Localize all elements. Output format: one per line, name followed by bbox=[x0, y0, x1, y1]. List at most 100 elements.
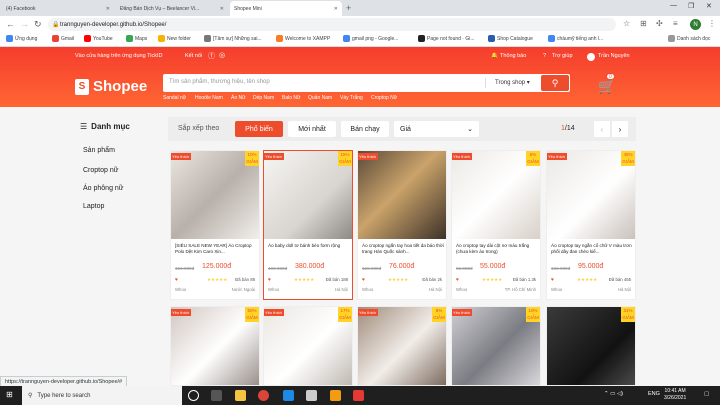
username[interactable]: Trần Nguyên bbox=[598, 53, 630, 59]
bookmark-label: Page not found · Gi... bbox=[427, 35, 475, 42]
bookmark-youtube[interactable]: YouTube bbox=[84, 35, 113, 42]
media-icon[interactable]: ≡ bbox=[673, 19, 678, 28]
product-card[interactable]: Yêu thích Áo croptop ngắn tay hoa tiết d… bbox=[357, 150, 447, 300]
bookmark-chaumy[interactable]: chàumỹ tiếng anh l... bbox=[548, 35, 603, 42]
cortana-icon[interactable] bbox=[188, 390, 199, 401]
taskbar-search[interactable]: ⚲ Type here to search bbox=[22, 386, 182, 405]
hint-link[interactable]: Hoodie Nam bbox=[195, 95, 223, 101]
product-card[interactable]: Yêu thích 10% GIẢM bbox=[451, 306, 541, 386]
search-input[interactable]: Tìm sản phẩm, thương hiệu, tên shop bbox=[169, 79, 270, 85]
product-card[interactable]: Yêu thích 50% GIẢM bbox=[170, 306, 260, 386]
chrome-icon[interactable] bbox=[258, 390, 269, 401]
back-icon[interactable]: ← bbox=[6, 19, 15, 29]
heart-icon[interactable]: ♥ bbox=[175, 277, 178, 283]
notifications-link[interactable]: Thông báo bbox=[500, 53, 526, 59]
product-card[interactable]: Yêu thích 17% GIẢM bbox=[263, 306, 353, 386]
extension-icon[interactable]: ⊞ bbox=[640, 19, 647, 28]
category-item[interactable]: Sản phẩm bbox=[83, 147, 115, 154]
menu-icon[interactable]: ⋮ bbox=[708, 19, 716, 28]
search-scope-select[interactable]: Trong shop ▾ bbox=[495, 79, 530, 86]
cart-icon[interactable]: 🛒 bbox=[598, 78, 615, 95]
bookmark-google[interactable]: gmail png - Google... bbox=[343, 35, 398, 42]
bookmark-shop-catalogue[interactable]: Shop Catalogue bbox=[488, 35, 533, 42]
profile-avatar[interactable]: N bbox=[690, 19, 701, 30]
tab-beelancer[interactable]: Đăng Bán Dịch Vụ – Beelancer Vi... ✕ bbox=[116, 1, 228, 16]
bookmark-tam-su[interactable]: [Tâm sự] Những sai... bbox=[204, 35, 262, 42]
sort-bestselling-button[interactable]: Bán chạy bbox=[341, 121, 389, 137]
taskbar-search-input[interactable]: Type here to search bbox=[37, 393, 90, 399]
hint-link[interactable]: Áo Nữ bbox=[231, 95, 245, 101]
star-icon[interactable]: ☆ bbox=[623, 19, 630, 28]
product-card[interactable]: Yêu thích 15% GIẢM Áo baby doll tơ bánh … bbox=[263, 150, 353, 300]
language-indicator[interactable]: ENG bbox=[648, 391, 660, 397]
shopee-logo[interactable]: S Shopee bbox=[75, 78, 147, 95]
user-avatar[interactable] bbox=[587, 53, 595, 61]
hint-link[interactable]: Dép Nam bbox=[253, 95, 274, 101]
old-price: 182.000đ bbox=[551, 266, 571, 271]
price-sort-select[interactable]: Giá ⌄ bbox=[394, 121, 479, 137]
product-card[interactable]: Yêu thích 10% GIẢM [SIÊU SALE NEW YEAR] … bbox=[170, 150, 260, 300]
facebook-icon[interactable]: ⓕ bbox=[208, 51, 215, 61]
reload-icon[interactable]: ↻ bbox=[34, 19, 42, 30]
hint-link[interactable]: Croptop Nữ bbox=[371, 95, 397, 101]
divider bbox=[485, 78, 486, 88]
product-card[interactable]: Yêu thích 5% GIẢM Áo croptop tay dài cột… bbox=[451, 150, 541, 300]
puzzle-icon[interactable]: ✣ bbox=[656, 19, 663, 28]
maps-icon bbox=[126, 35, 133, 42]
minimize-icon[interactable]: — bbox=[670, 2, 677, 9]
prev-page-button[interactable]: ‹ bbox=[594, 121, 610, 137]
hint-link[interactable]: Balo Nữ bbox=[282, 95, 300, 101]
product-card[interactable]: Yêu thích 45% GIẢM Áo croptop tay ngắn c… bbox=[546, 150, 636, 300]
tab-shopee-mini[interactable]: Shopee Mini ✕ bbox=[230, 1, 342, 16]
bookmark-new-folder[interactable]: New folder bbox=[158, 35, 191, 42]
bookmark-github[interactable]: Page not found · Gi... bbox=[418, 35, 475, 42]
search-button[interactable]: ⚲ bbox=[541, 75, 569, 91]
category-item[interactable]: Croptop nữ bbox=[83, 167, 118, 174]
reading-list[interactable]: Danh sách đọc bbox=[668, 35, 710, 42]
notepad-icon[interactable] bbox=[306, 390, 317, 401]
app-icon[interactable] bbox=[330, 390, 341, 401]
product-card[interactable]: Yêu thích 8% GIẢM bbox=[357, 306, 447, 386]
heart-icon[interactable]: ♥ bbox=[268, 277, 271, 283]
heart-icon[interactable]: ♥ bbox=[456, 277, 459, 283]
clock[interactable]: 10:41 AM 3/26/2021 bbox=[664, 388, 686, 402]
category-item[interactable]: Laptop bbox=[83, 203, 104, 210]
product-name: [SIÊU SALE NEW YEAR] Áo Croptop Polo Dệt… bbox=[175, 243, 252, 254]
hint-link[interactable]: Váy Trắng bbox=[340, 95, 363, 101]
sort-newest-button[interactable]: Mới nhất bbox=[288, 121, 336, 137]
bookmark-xampp[interactable]: Welcome to XAMPP bbox=[276, 35, 330, 42]
file-explorer-icon[interactable] bbox=[235, 390, 246, 401]
app-store-link[interactable]: Vào cửa hàng trên ứng dụng TickID bbox=[75, 53, 162, 59]
hint-link[interactable]: Sandal nữ bbox=[163, 95, 186, 101]
category-item[interactable]: Áo phông nữ bbox=[83, 185, 124, 192]
notification-center-icon[interactable]: ▢ bbox=[704, 391, 709, 397]
url-bar[interactable]: 🔒 trannguyen-developer.github.io/Shopee/ bbox=[48, 18, 616, 31]
bookmark-maps[interactable]: Maps bbox=[126, 35, 147, 42]
tab-facebook[interactable]: (4) Facebook ✕ bbox=[2, 1, 114, 16]
close-icon[interactable]: ✕ bbox=[334, 6, 338, 12]
product-card[interactable]: 31% GIẢM bbox=[546, 306, 636, 386]
help-icon[interactable]: ? bbox=[543, 53, 546, 59]
close-icon[interactable]: ✕ bbox=[106, 6, 110, 12]
new-tab-button[interactable]: + bbox=[346, 3, 351, 13]
close-window-icon[interactable]: ✕ bbox=[706, 2, 712, 10]
hint-link[interactable]: Quần Nam bbox=[308, 95, 332, 101]
tray-icons[interactable]: ⌃ ▭ ◁) bbox=[604, 391, 623, 397]
favorite-badge: Yêu thích bbox=[452, 309, 472, 316]
bookmark-gmail[interactable]: Gmail bbox=[52, 35, 74, 42]
maximize-icon[interactable]: ❐ bbox=[688, 2, 694, 10]
vscode-icon[interactable] bbox=[283, 390, 294, 401]
windows-start-icon[interactable]: ⊞ bbox=[6, 390, 13, 399]
sort-popular-button[interactable]: Phổ biến bbox=[235, 121, 283, 137]
heart-icon[interactable]: ♥ bbox=[551, 277, 554, 283]
close-icon[interactable]: ✕ bbox=[220, 6, 224, 12]
help-link[interactable]: Trợ giúp bbox=[552, 53, 573, 59]
app-icon[interactable] bbox=[353, 390, 364, 401]
bell-icon[interactable]: 🔔 bbox=[491, 53, 498, 59]
forward-icon[interactable]: → bbox=[20, 19, 29, 29]
task-view-icon[interactable] bbox=[211, 390, 222, 401]
next-page-button[interactable]: › bbox=[612, 121, 628, 137]
heart-icon[interactable]: ♥ bbox=[362, 277, 365, 283]
bookmark-apps[interactable]: Ứng dụng bbox=[6, 35, 37, 42]
instagram-icon[interactable]: ◎ bbox=[219, 51, 225, 59]
